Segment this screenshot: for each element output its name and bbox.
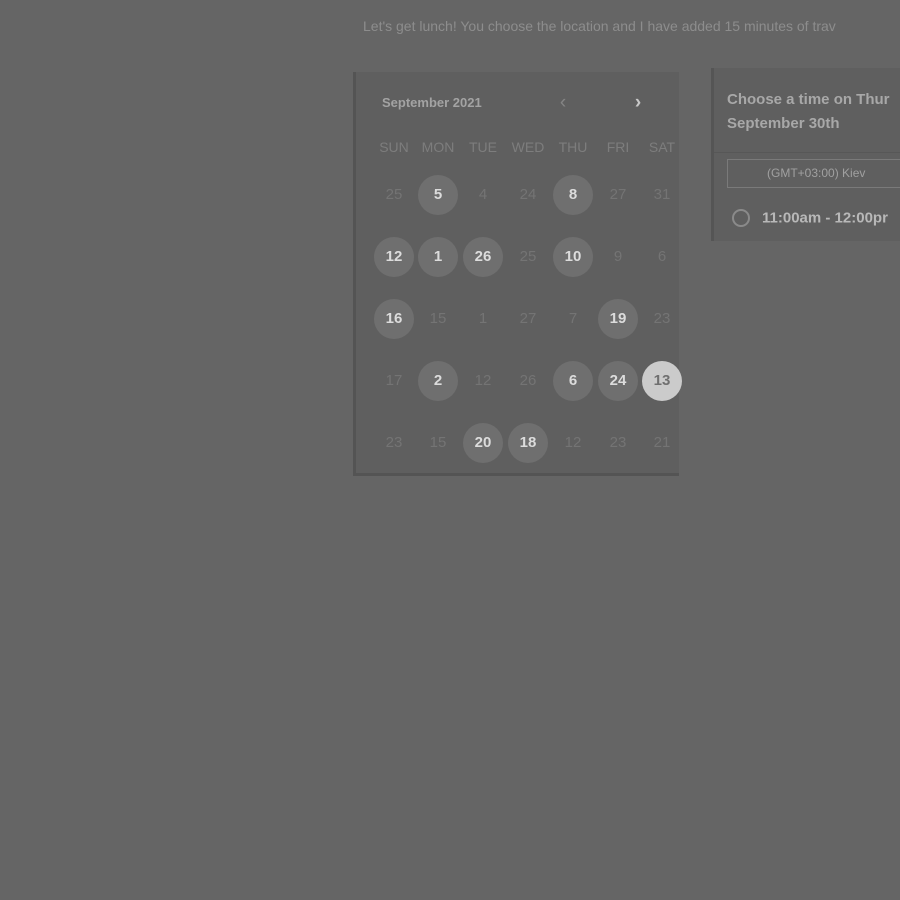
unavailable-day: 27 xyxy=(609,186,627,203)
timezone-select[interactable]: (GMT+03:00) Kiev xyxy=(727,159,900,188)
weekday-label-fri: FRI xyxy=(606,139,630,155)
unavailable-day: 6 xyxy=(657,248,667,265)
available-day[interactable]: 6 xyxy=(553,361,593,401)
chevron-right-icon[interactable]: › xyxy=(627,92,649,114)
weekday-label-sun: SUN xyxy=(379,139,409,155)
weekday-label-mon: MON xyxy=(421,139,455,155)
unavailable-day: 31 xyxy=(653,186,671,203)
radio-button[interactable] xyxy=(732,209,750,227)
weekday-label-thu: THU xyxy=(558,139,588,155)
intro-text: Let's get lunch! You choose the location… xyxy=(363,18,836,34)
unavailable-day: 12 xyxy=(564,434,582,451)
unavailable-day: 23 xyxy=(653,310,671,327)
unavailable-day: 4 xyxy=(478,186,488,203)
time-heading: Choose a time on Thur September 30th xyxy=(727,88,900,136)
unavailable-day: 25 xyxy=(385,186,403,203)
time-heading-line-2: September 30th xyxy=(727,115,840,132)
chevron-left-icon[interactable]: ‹ xyxy=(552,92,574,114)
available-day[interactable]: 18 xyxy=(508,423,548,463)
time-slot-label: 11:00am - 12:00pr xyxy=(762,209,888,227)
available-day[interactable]: 20 xyxy=(463,423,503,463)
unavailable-day: 27 xyxy=(519,310,537,327)
calendar-widget: September 2021 ‹ › SUN MON TUE WED THU FRI SAT… xyxy=(353,72,682,476)
unavailable-day: 23 xyxy=(385,434,403,451)
month-label: September 2021 xyxy=(382,95,482,110)
time-slot-option[interactable]: 11:00am - 12:00pr xyxy=(732,209,888,231)
unavailable-day: 15 xyxy=(429,434,447,451)
unavailable-day: 23 xyxy=(609,434,627,451)
weekday-label-sat: SAT xyxy=(648,139,676,155)
available-day[interactable]: 1 xyxy=(418,237,458,277)
divider xyxy=(714,152,900,153)
weekday-label-tue: TUE xyxy=(469,139,497,155)
unavailable-day: 21 xyxy=(653,434,671,451)
available-day[interactable]: 24 xyxy=(598,361,638,401)
booking-page: Let's get lunch! You choose the location… xyxy=(0,0,900,900)
unavailable-day: 24 xyxy=(519,186,537,203)
unavailable-day: 15 xyxy=(429,310,447,327)
available-day[interactable]: 26 xyxy=(463,237,503,277)
time-selection-panel: Choose a time on Thur September 30th (GM… xyxy=(711,68,900,241)
selected-day[interactable]: 13 xyxy=(642,361,682,401)
unavailable-day: 17 xyxy=(385,372,403,389)
time-heading-line-1: Choose a time on Thur xyxy=(727,91,890,108)
available-day[interactable]: 10 xyxy=(553,237,593,277)
available-day[interactable]: 19 xyxy=(598,299,638,339)
unavailable-day: 7 xyxy=(568,310,578,327)
weekday-label-wed: WED xyxy=(511,139,545,155)
unavailable-day: 1 xyxy=(478,310,488,327)
unavailable-day: 12 xyxy=(474,372,492,389)
available-day[interactable]: 5 xyxy=(418,175,458,215)
unavailable-day: 9 xyxy=(613,248,623,265)
available-day[interactable]: 12 xyxy=(374,237,414,277)
available-day[interactable]: 16 xyxy=(374,299,414,339)
unavailable-day: 25 xyxy=(519,248,537,265)
available-day[interactable]: 8 xyxy=(553,175,593,215)
available-day[interactable]: 2 xyxy=(418,361,458,401)
unavailable-day: 26 xyxy=(519,372,537,389)
